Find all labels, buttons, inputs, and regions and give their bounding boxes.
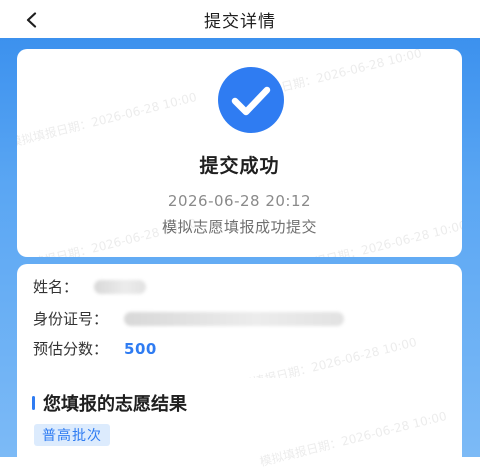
id-label: 身份证号： <box>33 310 109 328</box>
application-result-card: 模拟填报日期：2026-06-28 10:00 您填报的志愿结果 普高批次 <box>17 378 462 468</box>
watermark: 模拟填报日期：2026-06-28 10:00 <box>258 408 449 468</box>
success-title: 提交成功 <box>199 155 280 177</box>
check-circle-icon <box>218 67 284 133</box>
main-content: 模拟填报日期：2026-06-28 10:00 模拟填报日期：2026-06-2… <box>0 38 480 468</box>
name-row: 姓名： <box>33 276 147 297</box>
name-value-redacted <box>94 279 147 294</box>
name-label: 姓名： <box>33 278 79 296</box>
section-accent-bar <box>32 396 35 410</box>
watermark: 模拟填报日期：2026-06-28 10:00 <box>17 89 199 151</box>
chevron-left-icon <box>26 12 37 28</box>
score-row: 预估分数： 500 <box>33 338 157 359</box>
score-label: 预估分数： <box>33 340 109 358</box>
page-title: 提交详情 <box>204 11 276 32</box>
id-row: 身份证号： <box>33 308 345 329</box>
submission-success-card: 模拟填报日期：2026-06-28 10:00 模拟填报日期：2026-06-2… <box>17 49 462 257</box>
success-message: 模拟志愿填报成功提交 <box>161 218 317 236</box>
result-title-text: 您填报的志愿结果 <box>43 394 187 415</box>
submission-time: 2026-06-28 20:12 <box>167 192 312 210</box>
score-value: 500 <box>124 339 157 358</box>
id-value-redacted <box>124 311 345 326</box>
navigation-header: 提交详情 <box>0 0 480 38</box>
batch-tag: 普高批次 <box>34 424 110 446</box>
section-title: 您填报的志愿结果 <box>32 390 187 416</box>
back-button[interactable] <box>18 6 46 34</box>
